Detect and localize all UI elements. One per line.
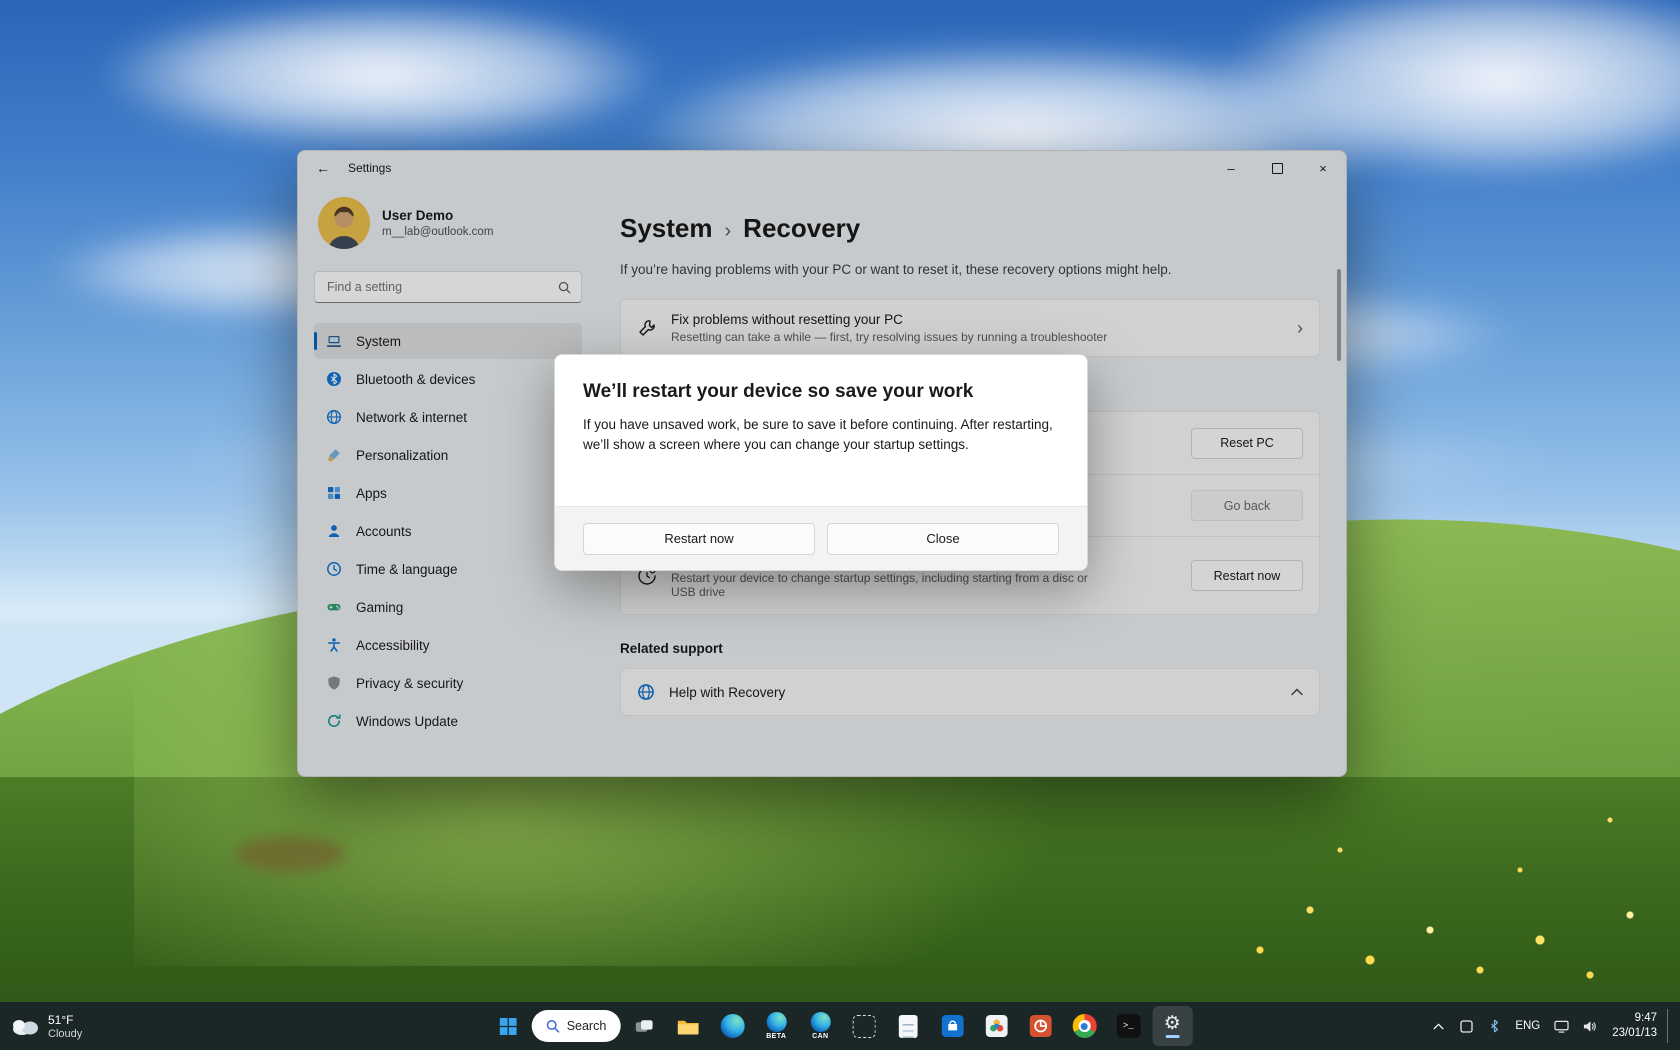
edge-canary-icon: [810, 1012, 830, 1032]
terminal-icon: >_: [1116, 1014, 1140, 1038]
gear-icon: ⚙: [1164, 1014, 1181, 1033]
restart-dialog: We’ll restart your device so save your w…: [554, 354, 1088, 571]
cloud: [101, 0, 661, 150]
display-icon: [1554, 1020, 1569, 1033]
volume-icon: [1582, 1020, 1597, 1033]
dialog-footer: Restart now Close: [555, 506, 1087, 570]
clock-time: 9:47: [1612, 1011, 1657, 1026]
settings-app-button[interactable]: ⚙: [1152, 1006, 1192, 1046]
taskbar-search[interactable]: Search: [532, 1010, 621, 1042]
tray-app-button[interactable]: [1455, 1014, 1477, 1038]
system-tray: ENG 9:47 23/01/13: [1427, 1009, 1672, 1043]
file-explorer-button[interactable]: [668, 1006, 708, 1046]
dirt-patch: [235, 836, 345, 872]
tray-overflow-button[interactable]: [1427, 1014, 1449, 1038]
tray-display-button[interactable]: [1550, 1014, 1572, 1038]
notepad-button[interactable]: [888, 1006, 928, 1046]
edge-beta-icon: [766, 1012, 786, 1032]
clock-date: 23/01/13: [1612, 1026, 1657, 1041]
restart-now-button[interactable]: Restart now: [583, 523, 815, 555]
tray-app-icon: [1460, 1020, 1473, 1033]
powerpoint-icon: [1029, 1015, 1051, 1037]
folder-icon: [677, 1017, 700, 1036]
edge-canary-badge: CAN: [812, 1033, 828, 1040]
close-dialog-button[interactable]: Close: [827, 523, 1059, 555]
store-icon: [941, 1015, 963, 1037]
chrome-icon: [1072, 1014, 1096, 1038]
bluetooth-icon: [1490, 1019, 1499, 1033]
edge-icon: [720, 1014, 744, 1038]
dashed-square-icon: [853, 1015, 876, 1038]
tray-volume-button[interactable]: [1578, 1014, 1600, 1038]
show-desktop-button[interactable]: [1667, 1009, 1672, 1043]
photos-button[interactable]: [976, 1006, 1016, 1046]
dev-app-button[interactable]: [844, 1006, 884, 1046]
dialog-title: We’ll restart your device so save your w…: [555, 355, 1087, 403]
edge-canary-button[interactable]: CAN: [800, 1006, 840, 1046]
edge-beta-badge: BETA: [766, 1033, 786, 1040]
photos-icon: [985, 1015, 1007, 1037]
task-view-icon: [634, 1016, 655, 1037]
task-view-button[interactable]: [624, 1006, 664, 1046]
dialog-body: If you have unsaved work, be sure to sav…: [555, 403, 1087, 454]
store-button[interactable]: [932, 1006, 972, 1046]
search-label: Search: [567, 1019, 607, 1033]
windows-logo-icon: [499, 1018, 516, 1035]
chevron-up-icon: [1433, 1023, 1444, 1030]
taskbar: 51°F Cloudy Search: [0, 1002, 1680, 1050]
start-button[interactable]: [488, 1006, 528, 1046]
search-icon: [546, 1019, 560, 1033]
weather-widget[interactable]: 51°F Cloudy: [10, 1013, 82, 1040]
edge-beta-button[interactable]: BETA: [756, 1006, 796, 1046]
tray-bluetooth-button[interactable]: [1483, 1014, 1505, 1038]
edge-button[interactable]: [712, 1006, 752, 1046]
cloud-icon: [10, 1016, 40, 1036]
notepad-icon: [899, 1015, 918, 1038]
weather-condition: Cloudy: [48, 1028, 82, 1040]
chrome-button[interactable]: [1064, 1006, 1104, 1046]
weather-temperature: 51°F: [48, 1013, 82, 1027]
terminal-button[interactable]: >_: [1108, 1006, 1148, 1046]
powerpoint-button[interactable]: [1020, 1006, 1060, 1046]
taskbar-clock[interactable]: 9:47 23/01/13: [1612, 1011, 1657, 1041]
language-indicator[interactable]: ENG: [1511, 1020, 1544, 1032]
taskbar-center-icons: Search BETA CAN: [488, 1006, 1193, 1046]
